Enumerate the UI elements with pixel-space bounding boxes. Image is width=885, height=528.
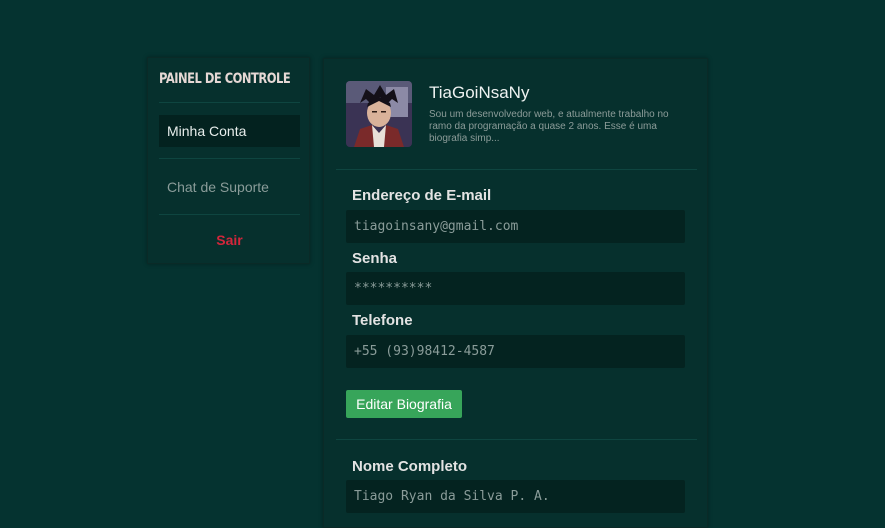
- email-field[interactable]: [346, 210, 685, 243]
- avatar: [346, 81, 412, 147]
- password-label: Senha: [352, 250, 398, 267]
- logout-link[interactable]: Sair: [159, 232, 300, 248]
- phone-label: Telefone: [352, 312, 413, 329]
- sidebar-divider: [159, 102, 300, 103]
- edit-biography-button[interactable]: Editar Biografia: [346, 390, 462, 418]
- sidebar-title: PAINEL DE CONTROLE: [159, 71, 291, 87]
- phone-field[interactable]: [346, 335, 685, 368]
- fullname-label: Nome Completo: [352, 458, 468, 475]
- profile-username: TiaGoiNsaNy: [429, 83, 530, 102]
- sidebar-item-my-account[interactable]: Minha Conta: [159, 115, 300, 147]
- fullname-field[interactable]: [346, 480, 685, 513]
- profile-bio: Sou um desenvolvedor web, e atualmente t…: [429, 109, 669, 144]
- panel-divider: [336, 169, 697, 170]
- account-panel: TiaGoiNsaNy Sou um desenvolvedor web, e …: [323, 58, 708, 528]
- avatar-image: [346, 81, 412, 147]
- sidebar-divider: [159, 214, 300, 215]
- email-label: Endereço de E-mail: [352, 187, 492, 204]
- panel-divider: [336, 439, 697, 440]
- sidebar-panel: PAINEL DE CONTROLE Minha Conta Chat de S…: [147, 57, 310, 264]
- password-field[interactable]: [346, 272, 685, 305]
- sidebar-item-support-chat[interactable]: Chat de Suporte: [159, 171, 300, 203]
- sidebar-divider: [159, 158, 300, 159]
